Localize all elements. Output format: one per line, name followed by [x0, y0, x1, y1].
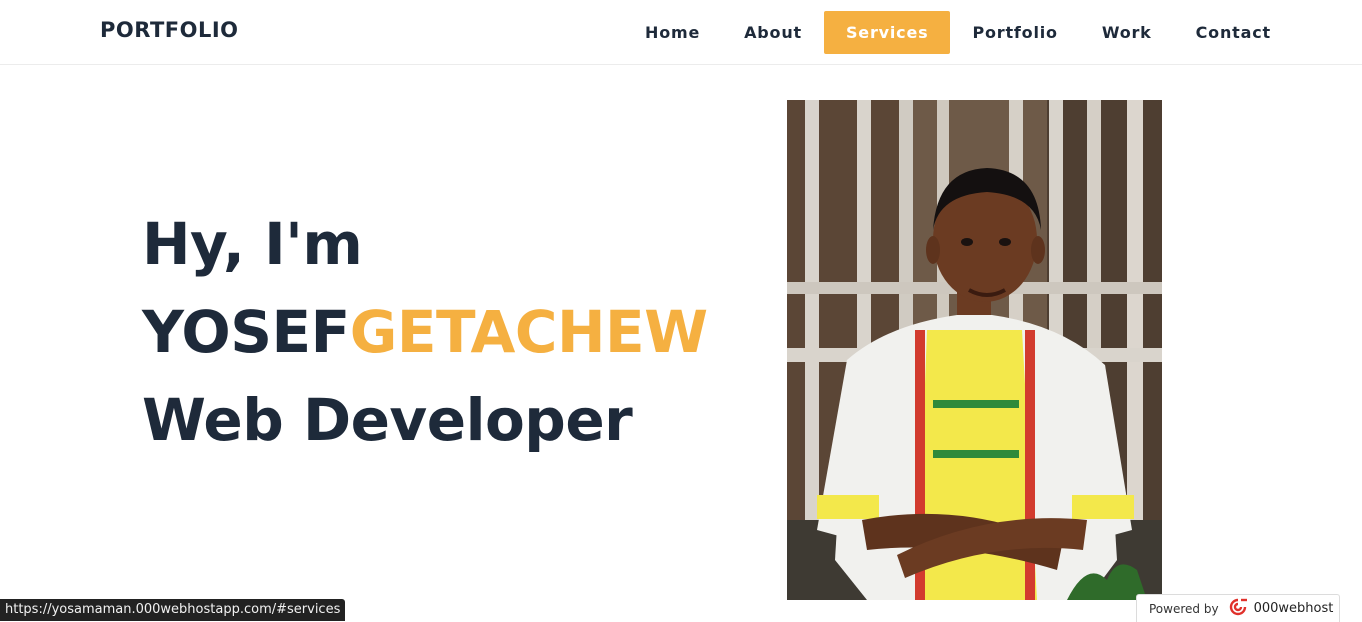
powered-by-label: Powered by [1149, 601, 1219, 616]
nav-work[interactable]: Work [1080, 11, 1174, 54]
webhost-name: 000webhost [1253, 601, 1334, 616]
hero-role: Web Developer [142, 386, 633, 454]
hero-first-name: YOSEF [142, 298, 350, 366]
hero-intro: Hy, I'm YOSEFGETACHEW Web Developer [142, 200, 708, 464]
profile-photo [787, 100, 1162, 600]
brand-logo[interactable]: PORTFOLIO [100, 18, 239, 42]
nav-home[interactable]: Home [623, 11, 722, 54]
webhost-logo-icon [1227, 598, 1249, 619]
status-bar-url: https://yosamaman.000webhostapp.com/#ser… [0, 599, 346, 621]
nav-services[interactable]: Services [823, 11, 951, 54]
nav-menu: Home About Services Portfolio Work Conta… [623, 11, 1293, 54]
nav-portfolio[interactable]: Portfolio [950, 11, 1079, 54]
powered-by-badge[interactable]: Powered by 000webhost [1136, 594, 1340, 622]
hero-greeting: Hy, I'm [142, 210, 363, 278]
navbar: PORTFOLIO Home About Services Portfolio … [0, 0, 1362, 65]
nav-contact[interactable]: Contact [1174, 11, 1293, 54]
hero-name: YOSEFGETACHEW [142, 288, 708, 376]
nav-about[interactable]: About [722, 11, 824, 54]
hero-last-name: GETACHEW [349, 298, 708, 366]
